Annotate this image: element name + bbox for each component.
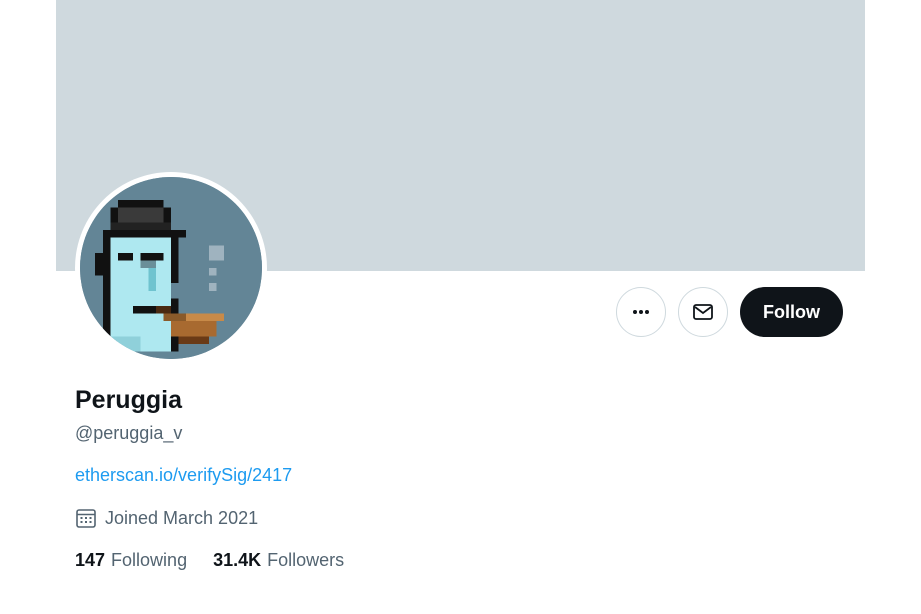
avatar-pixel-art <box>80 177 262 359</box>
calendar-icon <box>76 509 96 528</box>
follow-button[interactable]: Follow <box>740 287 843 337</box>
followers-link[interactable]: 31.4K Followers <box>213 550 344 571</box>
following-link[interactable]: 147 Following <box>75 550 187 571</box>
join-date: Joined March 2021 <box>75 507 258 529</box>
profile-actions: Follow <box>616 287 843 337</box>
more-horizontal-icon <box>633 310 649 314</box>
profile-header: Follow Peruggia @peruggia_v etherscan.io… <box>56 0 865 614</box>
message-button[interactable] <box>678 287 728 337</box>
followers-label: Followers <box>267 550 345 570</box>
follow-stats: 147 Following 31.4K Followers <box>75 550 344 571</box>
following-count: 147 <box>75 550 106 570</box>
avatar-ring <box>75 172 267 364</box>
display-name: Peruggia <box>75 386 182 414</box>
join-date-label: Joined March 2021 <box>105 507 259 528</box>
following-label: Following <box>111 550 188 570</box>
avatar[interactable] <box>80 177 262 359</box>
more-options-button[interactable] <box>616 287 666 337</box>
user-handle: @peruggia_v <box>75 423 183 443</box>
followers-count: 31.4K <box>213 550 262 570</box>
envelope-icon <box>693 304 713 320</box>
website-link[interactable]: etherscan.io/verifySig/2417 <box>75 465 292 486</box>
